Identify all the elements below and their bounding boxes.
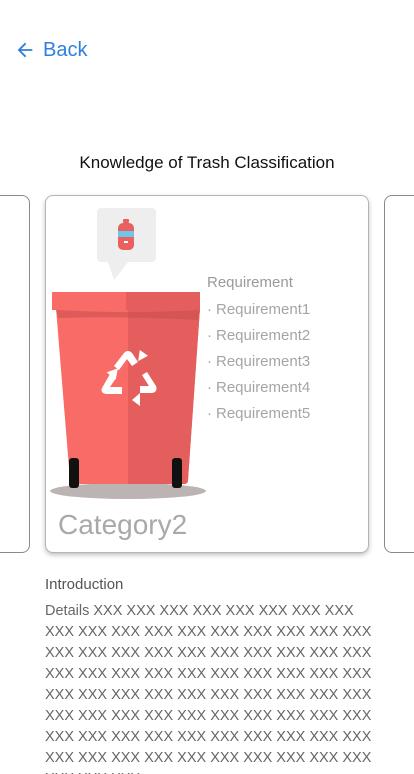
- category-card[interactable]: Requirement · Requirement1 · Requirement2 …: [45, 195, 369, 553]
- requirement-text: Requirement4: [216, 379, 311, 396]
- page-title: Knowledge of Trash Classification: [79, 153, 335, 172]
- bullet: ·: [207, 301, 212, 318]
- requirement-text: Requirement1: [216, 301, 311, 318]
- requirement-heading: Requirement: [207, 274, 293, 291]
- item-bubble: [97, 208, 156, 262]
- bullet: ·: [207, 327, 212, 344]
- list-item: · Requirement1: [207, 300, 310, 326]
- bullet: ·: [207, 353, 212, 370]
- list-item: · Requirement3: [207, 352, 310, 378]
- arrow-left-icon: [17, 42, 33, 58]
- requirement-text: Requirement5: [216, 405, 311, 422]
- bottle-icon: [118, 219, 134, 250]
- previous-category-card[interactable]: [0, 195, 30, 553]
- category-label: Category2: [58, 509, 188, 540]
- introduction-details: Details XXX XXX XXX XXX XXX XXX XXX XXX …: [45, 603, 372, 774]
- requirement-text: Requirement3: [216, 353, 311, 370]
- requirement-list: · Requirement1 · Requirement2 · Requirement…: [207, 300, 310, 430]
- bubble-tail: [108, 262, 128, 280]
- back-button[interactable]: Back: [14, 36, 87, 64]
- trash-bin-icon: [50, 292, 206, 499]
- back-label: Back: [43, 38, 88, 61]
- bullet: ·: [207, 405, 212, 422]
- next-category-card[interactable]: [384, 195, 414, 553]
- bullet: ·: [207, 379, 212, 396]
- list-item: · Requirement5: [207, 404, 310, 430]
- list-item: · Requirement4: [207, 378, 310, 404]
- requirement-text: Requirement2: [216, 327, 311, 344]
- introduction-heading: Introduction: [45, 576, 124, 593]
- list-item: · Requirement2: [207, 326, 310, 352]
